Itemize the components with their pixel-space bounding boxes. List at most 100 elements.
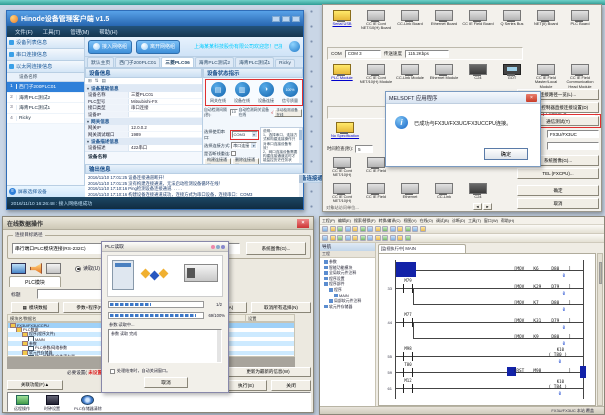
module-data-button[interactable]: ▦模块数据 [11,302,59,313]
timer-coil[interactable]: T80 [548,353,567,358]
minimize-button[interactable] [272,16,280,22]
group-gateway-info[interactable]: 网关信息 [85,118,202,125]
cancel-button[interactable]: 取消 [517,198,599,209]
toolbar-icon[interactable] [390,226,396,232]
melsoft-titlebar[interactable]: MELSOFT 应用程序 × [386,92,540,104]
toolbar-icon[interactable] [330,235,336,241]
toolbar-icon[interactable] [405,235,411,241]
menu-item[interactable]: 转换/编译(C) [379,218,401,224]
menu-item[interactable]: 视图(V) [404,218,417,224]
cancel-button[interactable]: 取消 [144,377,188,388]
group-description-info[interactable]: 设备描述信息 [85,138,202,145]
melsoft-ok-button[interactable]: 确定 [484,148,528,160]
toolbar-icon[interactable] [412,226,418,232]
menu-item[interactable]: 调试(B) [436,218,449,224]
toolbar-icon[interactable] [322,235,328,241]
no-specification-cell[interactable]: No Specification [325,122,365,138]
clock-setting-item[interactable]: 时钟设置 [44,394,60,410]
mov-instruction[interactable]: MOV K9 D80 [514,335,571,340]
no-contact[interactable] [403,318,413,327]
interval-input[interactable]: 10 [230,109,238,116]
toolbar-icon[interactable] [352,235,358,241]
toolbar-icon[interactable] [382,226,388,232]
operation-radio[interactable]: 读取(U) [75,265,100,272]
connect-mode-select[interactable]: 串口连接 [231,142,257,149]
rail-cursor[interactable] [580,366,586,378]
timeout-input[interactable]: 5 [355,145,373,153]
execute-button[interactable]: 执行(E) [225,380,267,391]
menu-item[interactable]: 在线(O) [420,218,433,224]
pc-interface-cell[interactable]: Ethernet Board [427,10,461,31]
list-scrollbar[interactable] [217,330,221,362]
mov-instruction[interactable]: MOV K31 D79 [514,319,571,324]
other-station-cell[interactable]: CC IE Cont NET/10(H) [325,157,359,178]
toolbar-icon[interactable] [360,226,366,232]
toolbar-icon[interactable] [360,235,366,241]
auto-detect-check[interactable]: √ [271,110,273,115]
network-route-cell[interactable]: CC-Link [427,183,461,204]
no-contact[interactable] [403,384,413,393]
pc-interface-cell[interactable]: CC IE Field Board [461,10,495,31]
timer-coil[interactable]: T84 [548,385,567,390]
no-contact[interactable] [403,284,413,293]
rst-instruction[interactable]: RST M98 [514,369,571,374]
toolbar-icon[interactable] [405,226,411,232]
plc-interface-cell[interactable]: CC-Link Module [393,64,427,89]
note-scrollbar[interactable] [299,128,302,163]
mov-instruction[interactable]: MOV K6 D80 [514,267,571,272]
join-network-button[interactable]: 接入网络组 [88,40,132,54]
toolbar-icon[interactable] [345,235,351,241]
manual-detect-button[interactable]: 手动检测设备在线 [274,109,302,117]
close-icon[interactable]: × [526,94,537,102]
titlebar[interactable]: 在线数据操作 × [3,217,313,230]
plc-interface-cell[interactable]: CC IE Field Master/Local Module [529,64,563,89]
group-basic-info[interactable]: 设备基础信息 [85,85,202,92]
pc-interface-cell[interactable]: NET(II) Board [529,10,563,31]
ok-button[interactable]: 确定 [517,185,599,196]
toolbar-icon[interactable] [382,235,388,241]
toolbar-icon[interactable] [352,226,358,232]
menu-item[interactable]: 工具(T) [468,218,481,224]
selected-cell-cursor[interactable] [396,262,416,277]
close-button[interactable]: 关闭 [271,380,311,391]
menu-item[interactable]: 帮助(H) [95,28,121,36]
device-tab[interactable]: 默认主页 [87,57,114,67]
network-route-cell[interactable]: Ethernet [393,183,427,204]
toolbar-icon[interactable] [337,226,343,232]
com-port-select[interactable]: COM3 [232,131,258,138]
speed-select[interactable]: 115.2Kbps [405,50,449,58]
menu-item[interactable]: 诊断(D) [452,218,465,224]
toolbar-icon[interactable] [390,235,396,241]
menu-item[interactable]: 管理(M) [66,28,93,36]
menu-item[interactable]: 搜索/替换(F) [354,218,376,224]
pc-interface-cell[interactable]: Serial USB [325,10,359,31]
list-icon[interactable]: ▤ [102,78,106,84]
toolbar-icon[interactable] [420,226,426,232]
menu-item[interactable]: 帮助(H) [501,218,514,224]
sidebar-panel-header[interactable]: 串口连接信息 [7,49,84,61]
com-select[interactable]: COM 3 [345,50,381,58]
plc-interface-cell[interactable]: GOT [495,64,529,89]
plc-memory-clear-item[interactable]: PLC存储器清除 [74,394,102,410]
cancel-all-button[interactable]: 取消所有选择(N) [251,302,311,313]
toolbar-icon[interactable] [367,226,373,232]
device-row[interactable]: 4 Ricky [7,114,84,125]
plc-module-tab[interactable]: PLC模块 [9,276,61,287]
auto-close-checkbox[interactable] [110,369,115,374]
reconnect-checkbox[interactable] [231,151,236,156]
plc-interface-cell[interactable]: CC IE Cont NET/10(H) Module [359,64,393,89]
pc-interface-cell[interactable]: CC-Link Board [393,10,427,31]
device-row[interactable]: 2 海青PLC测试2 [7,93,84,104]
mov-instruction[interactable]: MOV K7 D80 [514,301,571,306]
toolbar-icon[interactable] [330,226,336,232]
close-icon[interactable]: × [297,219,309,228]
network-route-cell[interactable]: C24 [461,183,495,204]
network-route-cell[interactable]: CC IE Cont NET/10(H) [325,183,359,204]
device-tab[interactable]: 海青PLC测试2 [195,57,234,67]
plc-interface-cell[interactable]: Ethernet Module [427,64,461,89]
device-row[interactable]: 1 西门子200PLC01 [7,82,84,93]
toolbar-icon[interactable] [397,226,403,232]
toolbar-icon[interactable] [375,226,381,232]
device-tab[interactable]: Ricky [275,59,295,67]
menu-item[interactable]: 工程(P) [322,218,335,224]
